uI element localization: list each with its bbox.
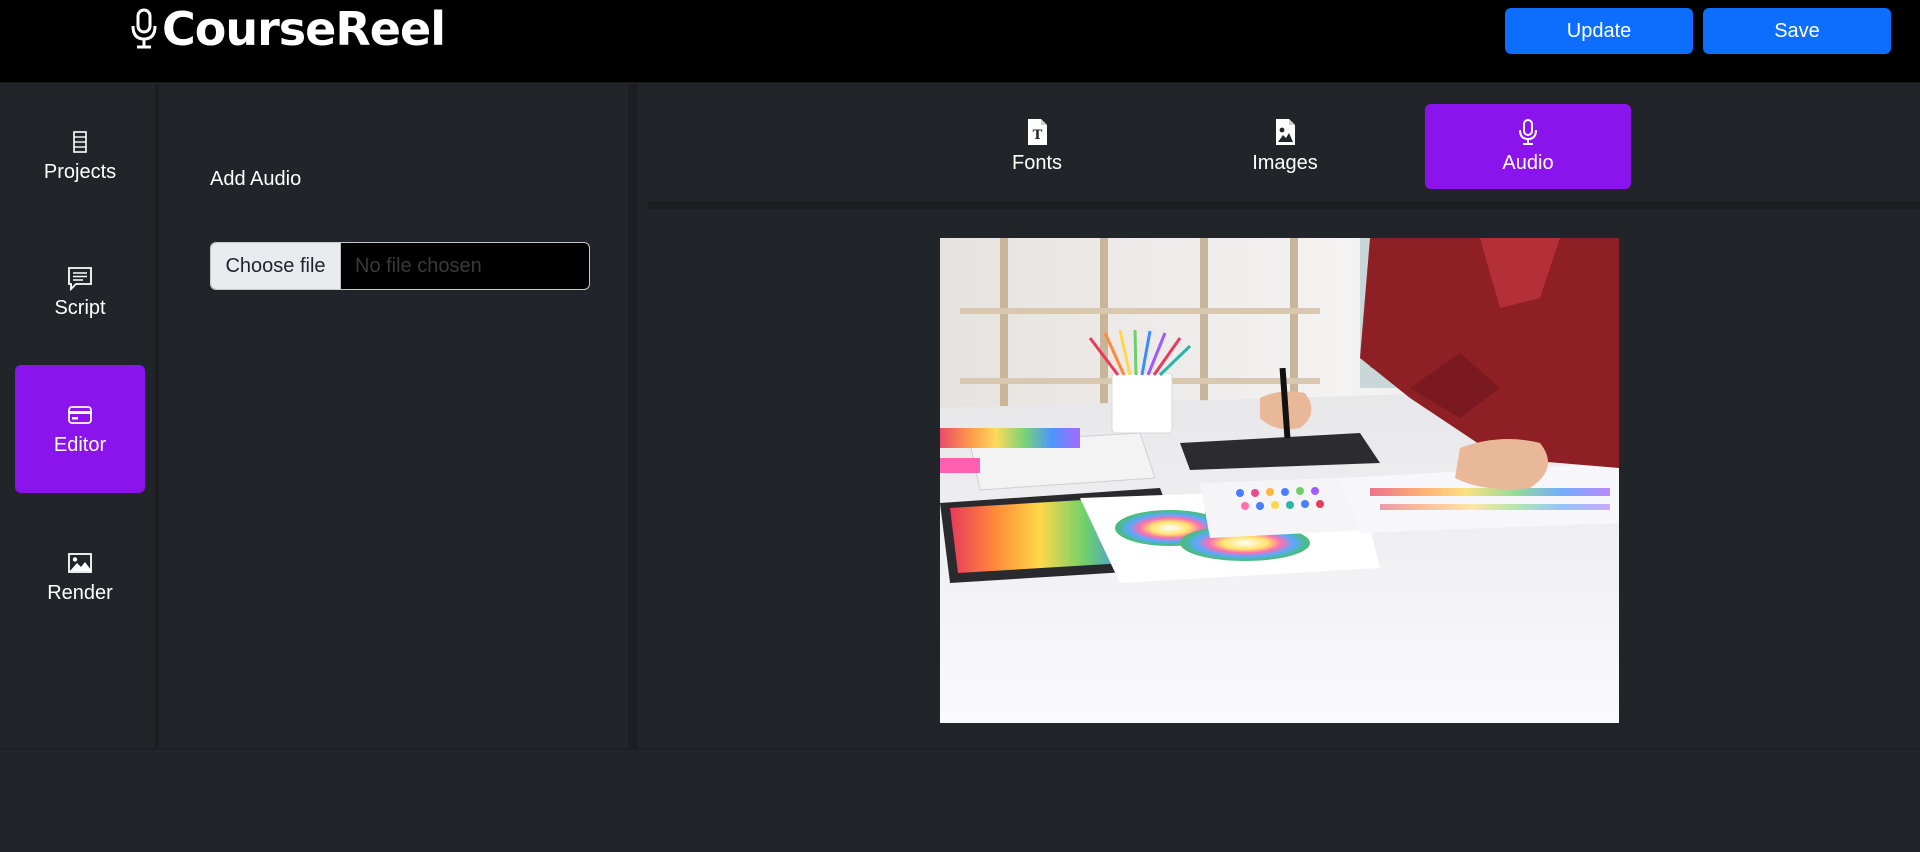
audio-file-input[interactable]: Choose file No file chosen: [210, 242, 590, 290]
image-file-icon: [1276, 119, 1295, 145]
preview-area: [648, 217, 1920, 748]
list-icon: [73, 130, 87, 153]
sidebar-item-script[interactable]: Script: [15, 228, 145, 356]
tab-images[interactable]: Images: [1182, 104, 1388, 189]
sidebar-item-label: Render: [47, 581, 113, 604]
sidebar-item-label: Script: [54, 296, 106, 319]
script-icon: [68, 266, 92, 291]
save-button[interactable]: Save: [1703, 8, 1891, 54]
tab-label: Audio: [1502, 152, 1554, 174]
svg-text:T: T: [1033, 128, 1043, 143]
tab-audio[interactable]: Audio: [1425, 104, 1631, 189]
brand-name: CourseReel: [162, 2, 446, 56]
sidebar-item-label: Editor: [53, 433, 107, 456]
footer-strip: [0, 748, 1920, 852]
tab-fonts[interactable]: T Fonts: [934, 104, 1140, 189]
card-icon: [68, 405, 92, 424]
sidebar-item-render[interactable]: Render: [15, 513, 145, 641]
image-icon: [68, 552, 92, 573]
top-header: CourseReel Update Save: [0, 0, 1920, 83]
sidebar-item-projects[interactable]: Projects: [15, 92, 145, 220]
brand-logo[interactable]: CourseReel: [130, 2, 446, 56]
tab-label: Images: [1252, 152, 1318, 174]
font-file-icon: T: [1028, 119, 1047, 145]
choose-file-button[interactable]: Choose file: [211, 243, 341, 289]
designer-desk-photo: [940, 238, 1619, 723]
update-button[interactable]: Update: [1505, 8, 1693, 54]
sidebar: Projects Script Editor Render: [0, 84, 159, 748]
tab-label: Fonts: [1011, 152, 1063, 174]
microphone-icon: [131, 8, 157, 49]
panel-title: Add Audio: [210, 168, 302, 190]
preview-image[interactable]: [940, 238, 1619, 723]
sidebar-item-editor[interactable]: Editor: [15, 365, 145, 493]
audio-panel: Add Audio Choose file No file chosen: [163, 84, 638, 748]
sidebar-item-label: Projects: [43, 160, 117, 183]
microphone-icon: [1519, 119, 1537, 145]
asset-tabs: T Fonts Images Audio: [648, 84, 1920, 209]
file-status: No file chosen: [355, 254, 482, 277]
